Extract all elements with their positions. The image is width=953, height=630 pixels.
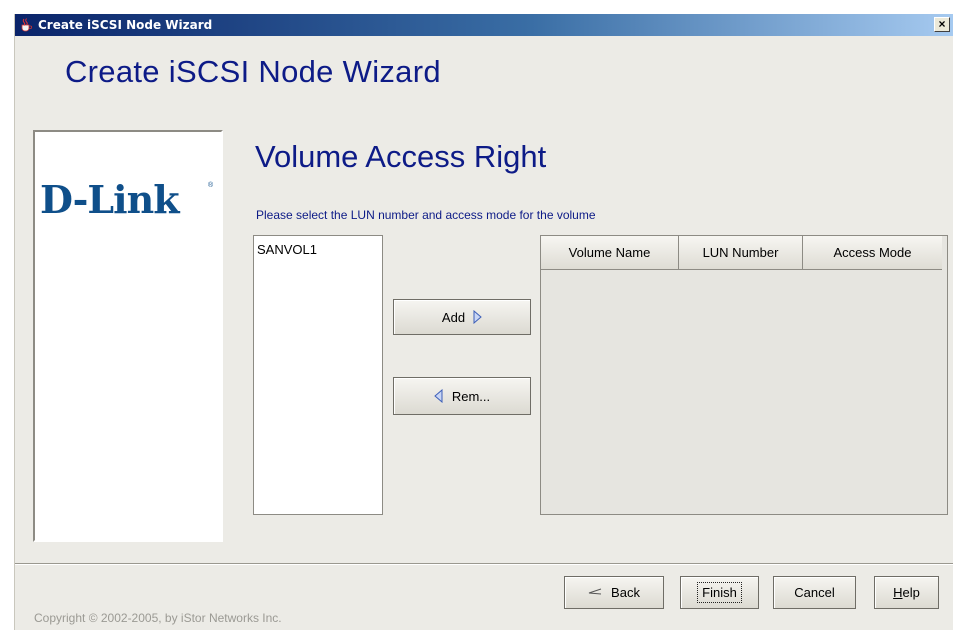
logo-panel: D-Link ® [33,130,223,542]
finish-button[interactable]: Finish [680,576,759,609]
remove-button-label: Rem... [451,388,491,404]
volume-list[interactable]: SANVOL1 [253,235,383,515]
finish-button-label: Finish [697,582,742,603]
close-button[interactable]: × [934,17,950,32]
close-icon: × [938,17,946,31]
wizard-heading: Create iSCSI Node Wizard [65,54,441,89]
window-title: Create iSCSI Node Wizard [38,18,213,32]
back-button-label: Back [611,585,640,600]
access-table[interactable]: Volume Name LUN Number Access Mode [540,235,948,515]
cancel-button[interactable]: Cancel [773,576,856,609]
list-item[interactable]: SANVOL1 [254,236,382,257]
add-button-label: Add [441,309,466,325]
page-title: Volume Access Right [255,139,547,174]
java-cup-icon [21,18,33,32]
d-link-logo: D-Link [40,177,180,222]
column-header-access-mode[interactable]: Access Mode [803,236,942,270]
title-bar[interactable]: Create iSCSI Node Wizard × [15,14,953,36]
add-button[interactable]: Add [393,299,531,335]
cancel-button-label: Cancel [794,585,835,600]
column-header-volume-name[interactable]: Volume Name [541,236,679,270]
footer-divider-highlight [15,564,953,565]
back-arrow-icon [588,588,602,594]
copyright-text: Copyright © 2002-2005, by iStor Networks… [34,611,282,625]
help-button-label: Help [893,585,920,600]
help-mnemonic: H [893,585,903,600]
arrow-right-icon [473,310,482,324]
instruction-text: Please select the LUN number and access … [256,208,596,222]
table-header: Volume Name LUN Number Access Mode [541,236,942,270]
help-button[interactable]: Help [874,576,939,609]
help-label-rest: elp [902,585,920,600]
arrow-left-icon [434,389,443,403]
remove-button[interactable]: Rem... [393,377,531,415]
wizard-window: Create iSCSI Node Wizard × Create iSCSI … [14,14,953,630]
back-button[interactable]: Back [564,576,664,609]
column-header-lun-number[interactable]: LUN Number [679,236,803,270]
registered-mark: ® [208,182,214,189]
